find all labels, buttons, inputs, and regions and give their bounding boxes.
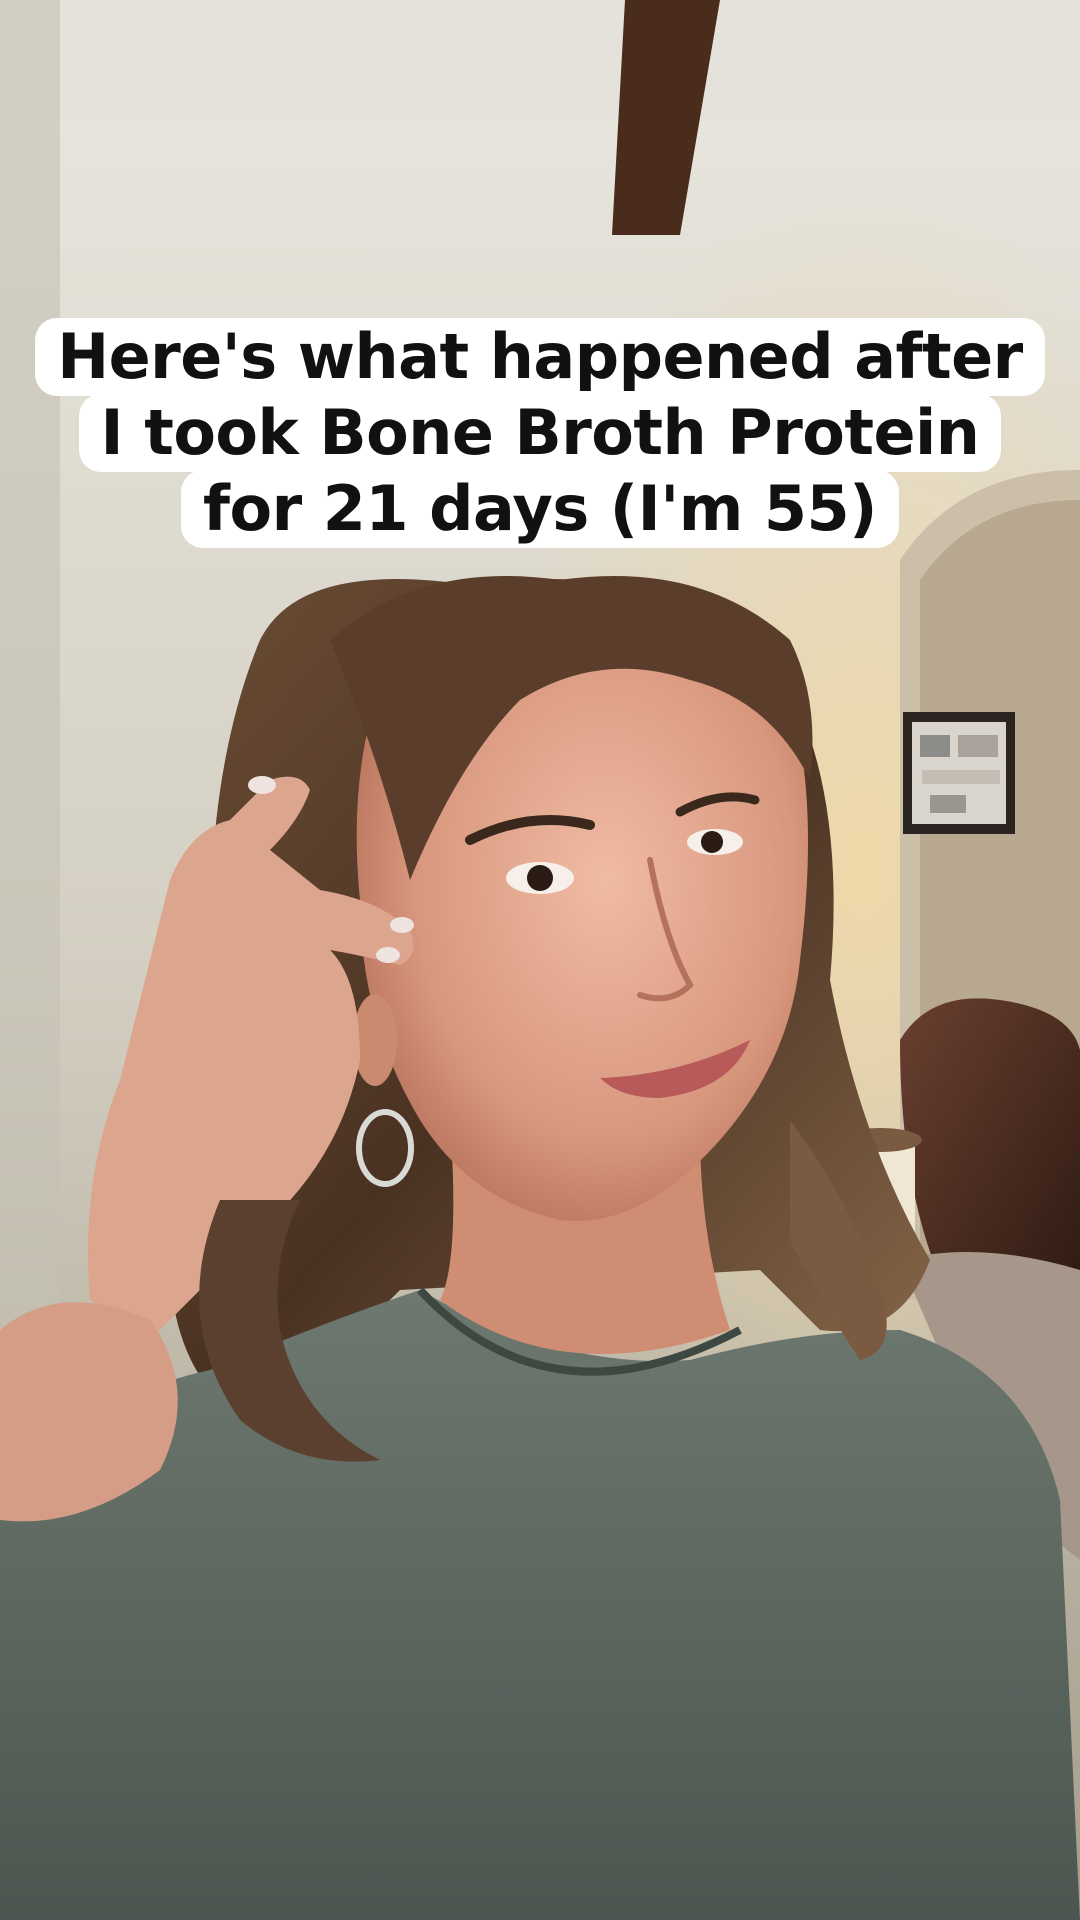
- caption-line-3: for 21 days (I'm 55): [181, 470, 899, 548]
- caption-line-1: Here's what happened after: [35, 318, 1045, 396]
- caption-line-2: I took Bone Broth Protein: [78, 394, 1002, 472]
- scene-illustration: [0, 0, 1080, 1920]
- caption-overlay: Here's what happened after I took Bone B…: [0, 318, 1080, 548]
- ceiling-band: [0, 0, 1080, 120]
- ear: [353, 994, 397, 1086]
- video-frame: Here's what happened after I took Bone B…: [0, 0, 1080, 1920]
